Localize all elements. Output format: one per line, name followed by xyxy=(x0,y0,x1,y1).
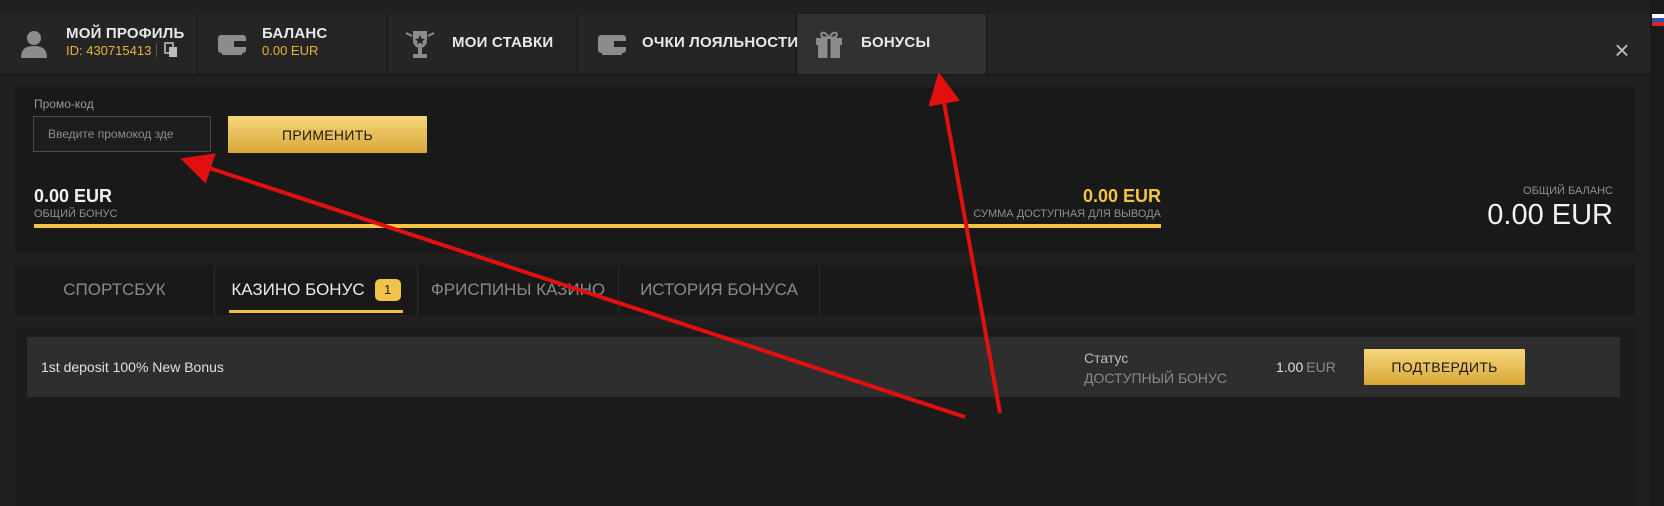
trophy-icon xyxy=(405,31,435,58)
tab-my-bets-label: МОИ СТАВКИ xyxy=(452,34,554,51)
promo-label: Промо-код xyxy=(34,97,94,111)
subtab-casino-freespins[interactable]: ФРИСПИНЫ КАЗИНО xyxy=(418,265,619,315)
tab-loyalty[interactable]: ОЧКИ ЛОЯЛЬНОСТИ xyxy=(578,14,799,74)
top-tabs: МОЙ ПРОФИЛЬ ID: 430715413 БАЛАНС 0.00 EU… xyxy=(0,14,1650,75)
wallet-icon xyxy=(598,35,626,55)
active-underline xyxy=(229,310,403,313)
subtab-casino-bonus[interactable]: КАЗИНО БОНУС 1 xyxy=(215,265,418,315)
bonus-modal: МОЙ ПРОФИЛЬ ID: 430715413 БАЛАНС 0.00 EU… xyxy=(0,0,1651,506)
tab-balance[interactable]: БАЛАНС 0.00 EUR xyxy=(198,14,388,74)
list-item: 1st deposit 100% New Bonus Статус ДОСТУП… xyxy=(27,337,1620,397)
copy-icon[interactable] xyxy=(164,42,178,58)
wallet-icon xyxy=(218,35,246,55)
promo-code-input[interactable] xyxy=(33,116,211,152)
confirm-button[interactable]: ПОДТВЕРДИТЬ xyxy=(1364,349,1525,385)
bonus-title: 1st deposit 100% New Bonus xyxy=(41,359,224,375)
subtab-casino-bonus-label: КАЗИНО БОНУС xyxy=(231,280,365,299)
subtab-bonus-history[interactable]: ИСТОРИЯ БОНУСА xyxy=(619,265,820,315)
bonus-amount-value: 1.00 xyxy=(1276,359,1304,375)
overall-balance-amount: 0.00 EUR xyxy=(1487,199,1613,231)
total-bonus-label: ОБЩИЙ БОНУС xyxy=(34,208,118,220)
subtab-casino-freespins-label: ФРИСПИНЫ КАЗИНО xyxy=(430,280,606,299)
overall-balance-label: ОБЩИЙ БАЛАНС xyxy=(1523,185,1613,197)
bonus-currency: EUR xyxy=(1306,359,1336,375)
bonus-progress-bar xyxy=(34,224,1161,228)
tab-loyalty-label: ОЧКИ ЛОЯЛЬНОСТИ xyxy=(642,34,799,51)
subtab-bonus-history-label: ИСТОРИЯ БОНУСА xyxy=(640,280,798,299)
tab-my-bets[interactable]: МОИ СТАВКИ xyxy=(388,14,578,74)
bonus-amount: 1.00 EUR xyxy=(1276,359,1336,375)
withdrawable-label: СУММА ДОСТУПНАЯ ДЛЯ ВЫВОДА xyxy=(973,208,1161,220)
tab-bonuses-label: БОНУСЫ xyxy=(861,34,931,51)
count-badge: 1 xyxy=(374,279,401,301)
balance-value: 0.00 EUR xyxy=(262,43,319,58)
divider xyxy=(156,43,157,57)
profile-id: ID: 430715413 xyxy=(66,43,152,58)
subtab-sportsbook[interactable]: СПОРТСБУК xyxy=(15,265,215,315)
gift-icon xyxy=(816,31,842,58)
status-value: ДОСТУПНЫЙ БОНУС xyxy=(1084,370,1228,386)
apply-button[interactable]: ПРИМЕНИТЬ xyxy=(228,116,427,153)
bonus-list: 1st deposit 100% New Bonus Статус ДОСТУП… xyxy=(15,327,1635,506)
close-icon[interactable]: × xyxy=(1612,37,1632,63)
tab-my-profile-label: МОЙ ПРОФИЛЬ xyxy=(66,25,185,42)
bonus-subtabs: СПОРТСБУК КАЗИНО БОНУС 1 ФРИСПИНЫ КАЗИНО… xyxy=(15,265,1635,315)
subtab-sportsbook-label: СПОРТСБУК xyxy=(63,280,166,299)
user-icon xyxy=(21,31,47,58)
window-edge xyxy=(1650,0,1664,506)
flag-icon xyxy=(1652,14,1664,26)
promo-panel: Промо-код ПРИМЕНИТЬ 0.00 EUR ОБЩИЙ БОНУС… xyxy=(15,87,1635,253)
tab-my-profile[interactable]: МОЙ ПРОФИЛЬ ID: 430715413 xyxy=(0,14,198,74)
total-bonus-amount: 0.00 EUR xyxy=(34,186,113,206)
status-label: Статус xyxy=(1084,350,1129,366)
tab-bonuses[interactable]: БОНУСЫ xyxy=(797,14,987,74)
tab-balance-label: БАЛАНС xyxy=(262,25,328,42)
withdrawable-amount: 0.00 EUR xyxy=(1082,186,1161,206)
